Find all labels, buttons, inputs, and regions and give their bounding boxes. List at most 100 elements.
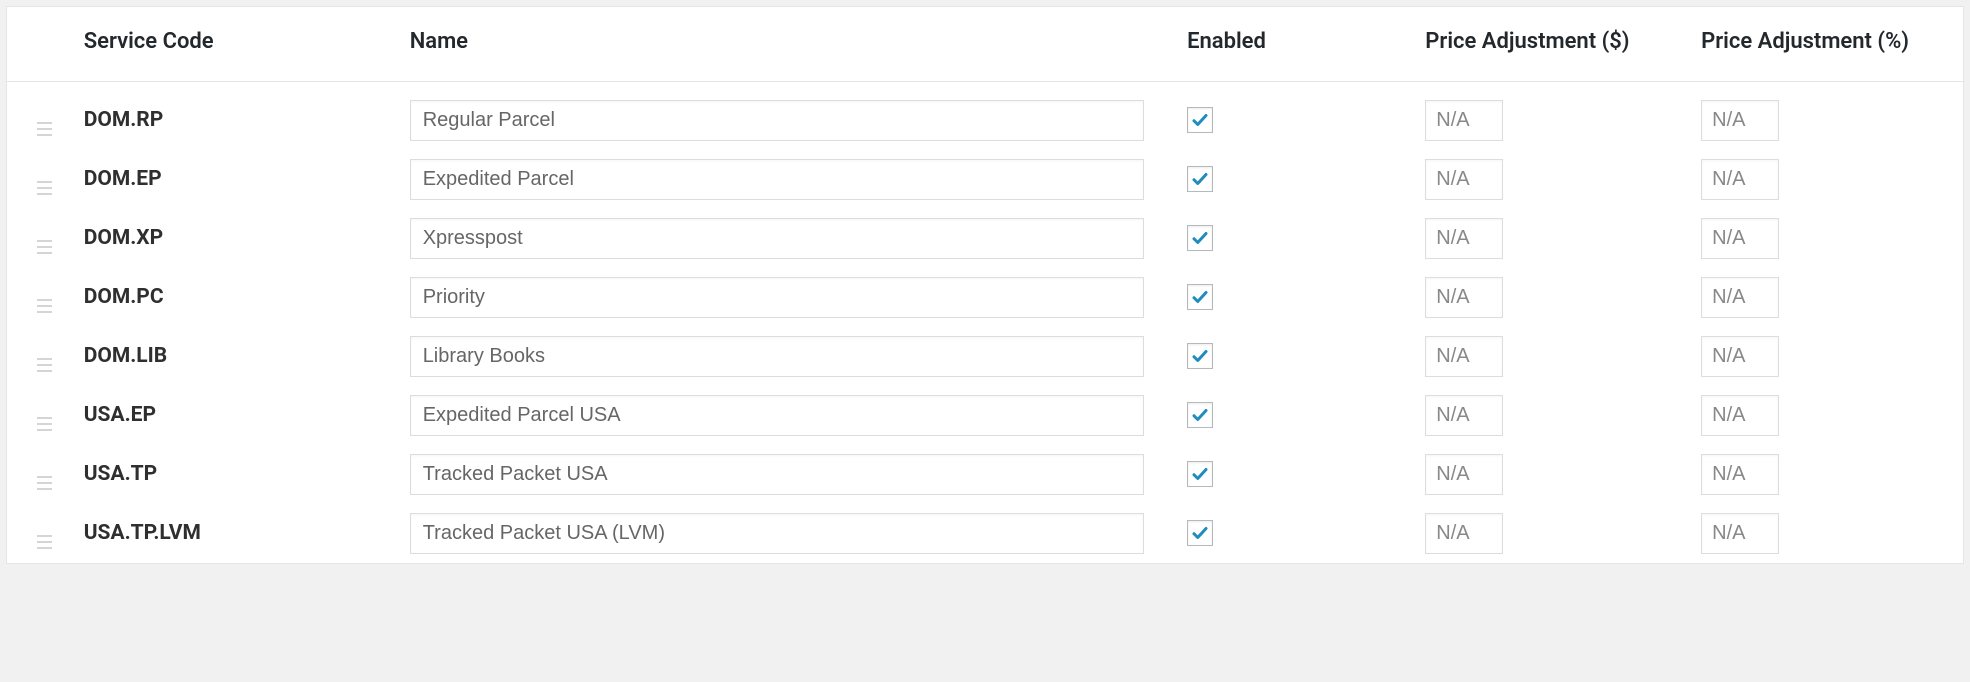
header-name: Name — [396, 7, 1173, 81]
name-cell — [396, 81, 1173, 150]
enabled-cell — [1173, 209, 1411, 268]
services-table: Service Code Name Enabled Price Adjustme… — [7, 7, 1963, 563]
enabled-cell — [1173, 504, 1411, 563]
service-name-input[interactable] — [410, 395, 1144, 436]
drag-handle-icon[interactable] — [37, 358, 52, 372]
drag-handle-icon[interactable] — [37, 417, 52, 431]
table-row: USA.TP — [7, 445, 1963, 504]
price-adj-dollar-input[interactable] — [1425, 277, 1503, 318]
enabled-checkbox[interactable] — [1187, 343, 1213, 369]
service-code-cell: DOM.EP — [70, 150, 396, 209]
drag-handle-icon[interactable] — [37, 535, 52, 549]
drag-cell — [7, 386, 70, 445]
table-header-row: Service Code Name Enabled Price Adjustme… — [7, 7, 1963, 81]
price-adj-percent-input[interactable] — [1701, 159, 1779, 200]
enabled-checkbox[interactable] — [1187, 461, 1213, 487]
drag-handle-icon[interactable] — [37, 181, 52, 195]
table-row: DOM.RP — [7, 81, 1963, 150]
header-service-code: Service Code — [70, 7, 396, 81]
price-adj-dollar-cell — [1411, 504, 1687, 563]
services-table-container: Service Code Name Enabled Price Adjustme… — [6, 6, 1964, 564]
header-price-adj-percent: Price Adjustment (%) — [1687, 7, 1963, 81]
enabled-checkbox[interactable] — [1187, 166, 1213, 192]
name-cell — [396, 268, 1173, 327]
drag-handle-icon[interactable] — [37, 299, 52, 313]
service-name-input[interactable] — [410, 513, 1144, 554]
price-adj-dollar-cell — [1411, 386, 1687, 445]
enabled-checkbox[interactable] — [1187, 107, 1213, 133]
price-adj-percent-input[interactable] — [1701, 454, 1779, 495]
price-adj-percent-cell — [1687, 209, 1963, 268]
service-name-input[interactable] — [410, 336, 1144, 377]
price-adj-percent-input[interactable] — [1701, 100, 1779, 141]
enabled-cell — [1173, 150, 1411, 209]
price-adj-dollar-cell — [1411, 81, 1687, 150]
drag-cell — [7, 327, 70, 386]
price-adj-percent-cell — [1687, 268, 1963, 327]
price-adj-dollar-cell — [1411, 268, 1687, 327]
service-name-input[interactable] — [410, 277, 1144, 318]
price-adj-percent-cell — [1687, 81, 1963, 150]
drag-cell — [7, 445, 70, 504]
price-adj-dollar-input[interactable] — [1425, 218, 1503, 259]
drag-cell — [7, 209, 70, 268]
price-adj-percent-input[interactable] — [1701, 513, 1779, 554]
service-name-input[interactable] — [410, 100, 1144, 141]
service-name-input[interactable] — [410, 218, 1144, 259]
drag-handle-icon[interactable] — [37, 240, 52, 254]
name-cell — [396, 386, 1173, 445]
name-cell — [396, 150, 1173, 209]
service-code-cell: DOM.XP — [70, 209, 396, 268]
enabled-cell — [1173, 445, 1411, 504]
drag-handle-icon[interactable] — [37, 476, 52, 490]
price-adj-percent-cell — [1687, 327, 1963, 386]
table-row: DOM.PC — [7, 268, 1963, 327]
enabled-checkbox[interactable] — [1187, 402, 1213, 428]
enabled-checkbox[interactable] — [1187, 520, 1213, 546]
service-code-cell: DOM.LIB — [70, 327, 396, 386]
price-adj-dollar-input[interactable] — [1425, 513, 1503, 554]
drag-cell — [7, 504, 70, 563]
name-cell — [396, 445, 1173, 504]
enabled-checkbox[interactable] — [1187, 284, 1213, 310]
table-row: USA.TP.LVM — [7, 504, 1963, 563]
drag-cell — [7, 150, 70, 209]
name-cell — [396, 209, 1173, 268]
service-code-cell: DOM.PC — [70, 268, 396, 327]
header-drag — [7, 7, 70, 81]
enabled-cell — [1173, 268, 1411, 327]
price-adj-dollar-input[interactable] — [1425, 395, 1503, 436]
service-code-cell: USA.EP — [70, 386, 396, 445]
enabled-checkbox[interactable] — [1187, 225, 1213, 251]
price-adj-percent-input[interactable] — [1701, 277, 1779, 318]
header-enabled: Enabled — [1173, 7, 1411, 81]
price-adj-percent-cell — [1687, 150, 1963, 209]
table-row: DOM.EP — [7, 150, 1963, 209]
drag-cell — [7, 81, 70, 150]
service-code-cell: DOM.RP — [70, 81, 396, 150]
enabled-cell — [1173, 327, 1411, 386]
drag-handle-icon[interactable] — [37, 122, 52, 136]
service-name-input[interactable] — [410, 454, 1144, 495]
price-adj-percent-input[interactable] — [1701, 218, 1779, 259]
name-cell — [396, 327, 1173, 386]
price-adj-dollar-cell — [1411, 150, 1687, 209]
enabled-cell — [1173, 81, 1411, 150]
price-adj-dollar-input[interactable] — [1425, 159, 1503, 200]
table-row: USA.EP — [7, 386, 1963, 445]
price-adj-dollar-cell — [1411, 445, 1687, 504]
service-code-cell: USA.TP.LVM — [70, 504, 396, 563]
price-adj-dollar-input[interactable] — [1425, 100, 1503, 141]
price-adj-dollar-input[interactable] — [1425, 336, 1503, 377]
price-adj-percent-cell — [1687, 504, 1963, 563]
service-name-input[interactable] — [410, 159, 1144, 200]
price-adj-percent-input[interactable] — [1701, 395, 1779, 436]
name-cell — [396, 504, 1173, 563]
price-adj-dollar-cell — [1411, 327, 1687, 386]
table-row: DOM.LIB — [7, 327, 1963, 386]
header-price-adj-dollar: Price Adjustment ($) — [1411, 7, 1687, 81]
price-adj-percent-cell — [1687, 386, 1963, 445]
price-adj-dollar-cell — [1411, 209, 1687, 268]
price-adj-percent-input[interactable] — [1701, 336, 1779, 377]
price-adj-dollar-input[interactable] — [1425, 454, 1503, 495]
